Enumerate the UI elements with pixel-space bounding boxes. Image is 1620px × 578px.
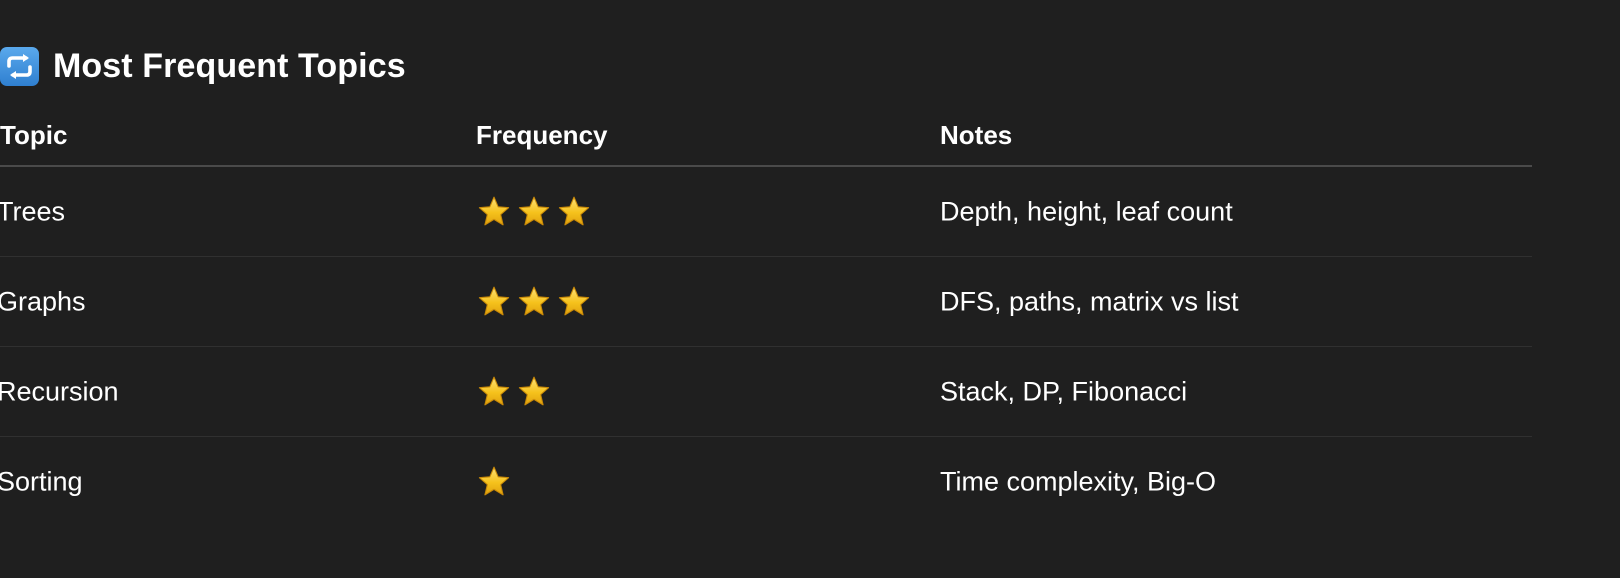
section-heading: Most Frequent Topics	[0, 44, 406, 88]
frequency-rating	[476, 194, 592, 230]
frequency-rating	[476, 464, 512, 500]
table-row: Trees Depth, height, leaf count	[0, 167, 1532, 257]
topic-cell: Trees	[0, 196, 66, 226]
topics-table: Topic Frequency Notes Trees Depth, height…	[0, 110, 1532, 527]
star-icon	[478, 376, 510, 405]
topic-cell: Graphs	[0, 286, 86, 316]
table-row: Graphs DFS, paths, matrix vs list	[0, 257, 1532, 347]
notes-cell: Time complexity, Big-O	[940, 466, 1217, 497]
frequency-rating	[476, 374, 552, 410]
table-header-row: Topic Frequency Notes	[0, 110, 1532, 167]
star-icon	[558, 196, 590, 225]
column-header-notes: Notes	[940, 120, 1013, 150]
notes-cell: Stack, DP, Fibonacci	[940, 376, 1188, 406]
notes-cell: DFS, paths, matrix vs list	[940, 286, 1239, 316]
star-icon	[518, 286, 550, 315]
star-icon	[478, 286, 510, 315]
topic-cell: Sorting	[0, 466, 83, 497]
notes-cell: Depth, height, leaf count	[940, 196, 1233, 226]
table-body: Trees Depth, height, leaf count Graphs DFS,…	[0, 167, 1532, 527]
table-row: Recursion Stack, DP, Fibonacci	[0, 347, 1532, 437]
star-icon	[478, 196, 510, 225]
section-title: Most Frequent Topics	[53, 46, 406, 85]
star-icon	[518, 376, 550, 405]
topic-cell: Recursion	[0, 376, 119, 406]
repeat-icon	[0, 46, 39, 86]
frequency-rating	[476, 284, 592, 320]
star-icon	[558, 286, 590, 315]
column-header-topic: Topic	[0, 120, 68, 150]
table-row: Sorting Time complexity, Big-O	[0, 437, 1532, 527]
star-icon	[478, 466, 510, 496]
column-header-frequency: Frequency	[476, 120, 608, 150]
star-icon	[518, 196, 550, 225]
